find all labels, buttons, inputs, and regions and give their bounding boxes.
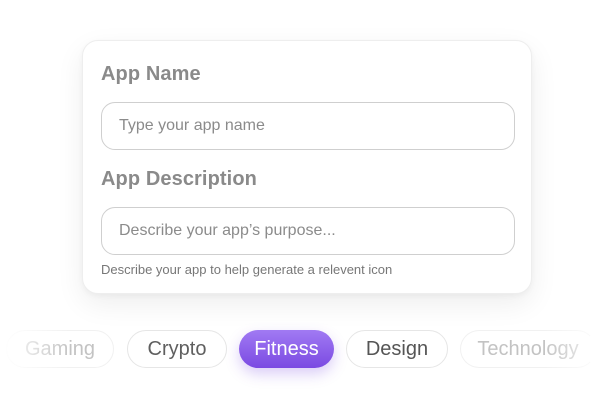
category-chip-design[interactable]: Design	[346, 330, 448, 368]
category-chip-list: Gaming Crypto Fitness Design Technology	[0, 330, 614, 370]
category-chip-gaming[interactable]: Gaming	[6, 330, 114, 368]
category-chip-technology[interactable]: Technology	[460, 330, 596, 368]
app-form-screen: App Name App Description Describe your a…	[0, 0, 614, 416]
app-description-label: App Description	[101, 168, 257, 190]
app-description-input[interactable]	[101, 207, 515, 255]
app-name-input[interactable]	[101, 102, 515, 150]
app-info-card: App Name App Description Describe your a…	[82, 40, 532, 294]
app-description-helper-text: Describe your app to help generate a rel…	[101, 262, 393, 277]
category-chip-crypto[interactable]: Crypto	[127, 330, 227, 368]
category-chip-fitness[interactable]: Fitness	[239, 330, 334, 368]
app-name-label: App Name	[101, 63, 201, 85]
